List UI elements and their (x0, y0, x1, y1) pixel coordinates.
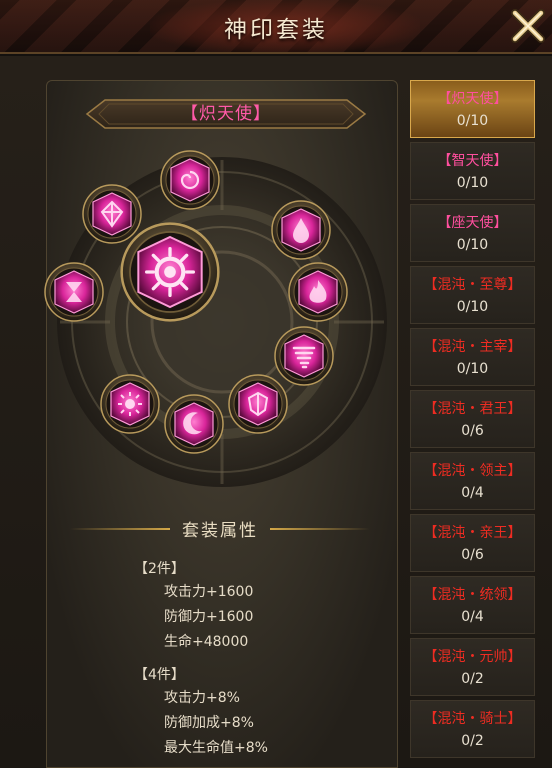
set-tab-count: 0/10 (456, 175, 489, 191)
attribute-line: 防御加成+8% (164, 715, 254, 731)
set-tab-count: 0/4 (461, 609, 484, 625)
set-tab-count: 0/2 (461, 733, 484, 749)
set-tab-name: 【混沌・元帅】 (423, 649, 522, 665)
set-tab[interactable]: 【智天使】 0/10 (410, 142, 535, 200)
close-button[interactable] (510, 8, 546, 44)
set-tab[interactable]: 【混沌・君王】 0/6 (410, 390, 535, 448)
set-tab[interactable]: 【混沌・统领】 0/4 (410, 576, 535, 634)
set-tab-name: 【座天使】 (437, 215, 508, 231)
set-tab-name: 【智天使】 (437, 153, 508, 169)
set-tab-name: 【炽天使】 (437, 91, 508, 107)
set-tab-count: 0/10 (456, 237, 489, 253)
set-tab-count: 0/10 (456, 113, 489, 129)
attribute-line: 攻击力+1600 (164, 584, 254, 600)
sun-rune-icon[interactable] (100, 374, 160, 434)
set-name-banner: 【炽天使】 (85, 96, 367, 132)
page-title: 神印套装 (224, 17, 328, 43)
droplet-rune-icon[interactable] (271, 200, 331, 260)
close-icon (511, 9, 545, 43)
shield-rune-icon[interactable] (228, 374, 288, 434)
set-tab-count: 0/4 (461, 485, 484, 501)
attribute-line: 攻击力+8% (164, 690, 240, 706)
attribute-group-4: 【4件】 攻击力+8% 防御加成+8% 最大生命值+8% (134, 664, 268, 754)
set-tab-name: 【混沌・领主】 (423, 463, 522, 479)
set-tab-name: 【混沌・主宰】 (423, 339, 522, 355)
set-tab-name: 【混沌・亲王】 (423, 525, 522, 541)
crescent-rune-icon[interactable] (164, 394, 224, 454)
hourglass-rune-icon[interactable] (44, 262, 104, 322)
set-tab[interactable]: 【炽天使】 0/10 (410, 80, 535, 138)
set-tab[interactable]: 【混沌・亲王】 0/6 (410, 514, 535, 572)
attribute-line: 最大生命值+8% (164, 740, 268, 754)
attribute-group-label: 【4件】 (134, 667, 185, 683)
set-tab-count: 0/10 (456, 361, 489, 377)
set-tab-name: 【混沌・骑士】 (423, 711, 522, 727)
set-tab[interactable]: 【座天使】 0/10 (410, 204, 535, 262)
set-tab-count: 0/2 (461, 671, 484, 687)
set-tab[interactable]: 【混沌・领主】 0/4 (410, 452, 535, 510)
set-tab[interactable]: 【混沌・骑士】 0/2 (410, 700, 535, 758)
set-tab[interactable]: 【混沌・至尊】 0/10 (410, 266, 535, 324)
divider-right (270, 528, 370, 530)
attribute-group-2: 【2件】 攻击力+1600 防御力+1600 生命+48000 (134, 558, 253, 655)
attribute-group-label: 【2件】 (134, 561, 185, 577)
spiral-rune-icon[interactable] (160, 150, 220, 210)
set-tab-name: 【混沌・君王】 (423, 401, 522, 417)
eye-rune-icon[interactable] (120, 222, 220, 322)
set-tab[interactable]: 【混沌・元帅】 0/2 (410, 638, 535, 696)
set-attributes-header: 套装属性 (70, 512, 370, 542)
attribute-line: 防御力+1600 (164, 609, 254, 625)
attribute-line: 生命+48000 (164, 634, 249, 650)
title-bar: 神印套装 (0, 0, 552, 54)
set-tab-name: 【混沌・至尊】 (423, 277, 522, 293)
set-tab[interactable]: 【混沌・主宰】 0/10 (410, 328, 535, 386)
set-tab-name: 【混沌・统领】 (423, 587, 522, 603)
set-tab-count: 0/6 (461, 423, 484, 439)
set-name: 【炽天使】 (181, 104, 271, 124)
set-tab-count: 0/6 (461, 547, 484, 563)
set-tab-count: 0/10 (456, 299, 489, 315)
flame-rune-icon[interactable] (288, 262, 348, 322)
